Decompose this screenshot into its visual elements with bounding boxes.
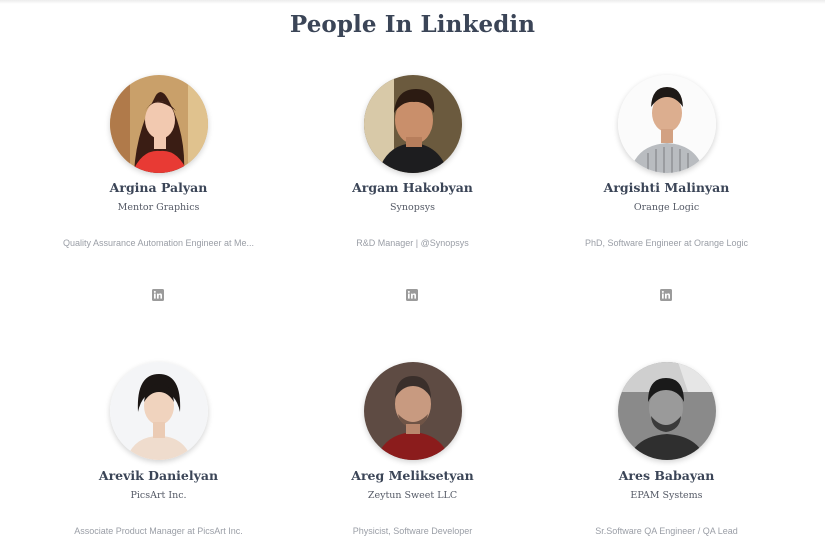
person-company: EPAM Systems <box>630 490 703 501</box>
header-shadow <box>0 0 825 4</box>
linkedin-icon[interactable] <box>660 289 672 301</box>
avatar[interactable] <box>110 75 208 173</box>
person-name: Argishti Malinyan <box>603 180 730 195</box>
avatar[interactable] <box>618 75 716 173</box>
avatar[interactable] <box>364 75 462 173</box>
person-name: Argam Hakobyan <box>352 180 473 195</box>
person-headline: Physicist, Software Developer <box>352 526 473 536</box>
linkedin-icon[interactable] <box>406 289 418 301</box>
person-name: Ares Babayan <box>618 468 715 483</box>
person-name: Areg Meliksetyan <box>351 468 474 483</box>
person-headline: Associate Product Manager at PicsArt Inc… <box>74 526 243 536</box>
person-company: Synopsys <box>390 202 435 213</box>
people-page: People In Linkedin Argina Palyan Mentor … <box>0 0 825 553</box>
person-headline: Sr.Software QA Engineer / QA Lead <box>595 526 738 536</box>
avatar[interactable] <box>364 362 462 460</box>
person-name: Argina Palyan <box>109 180 208 195</box>
person-headline: R&D Manager | @Synopsys <box>356 238 469 248</box>
person-headline: PhD, Software Engineer at Orange Logic <box>584 238 749 248</box>
section-title: People In Linkedin <box>289 11 536 38</box>
person-company: Orange Logic <box>633 202 700 213</box>
linkedin-icon[interactable] <box>152 289 164 301</box>
person-company: Mentor Graphics <box>117 202 200 213</box>
avatar[interactable] <box>618 362 716 460</box>
person-name: Arevik Danielyan <box>98 468 219 483</box>
avatar[interactable] <box>110 362 208 460</box>
person-headline: Quality Assurance Automation Engineer at… <box>62 238 255 248</box>
person-company: PicsArt Inc. <box>130 490 187 501</box>
person-company: Zeytun Sweet LLC <box>367 490 458 501</box>
